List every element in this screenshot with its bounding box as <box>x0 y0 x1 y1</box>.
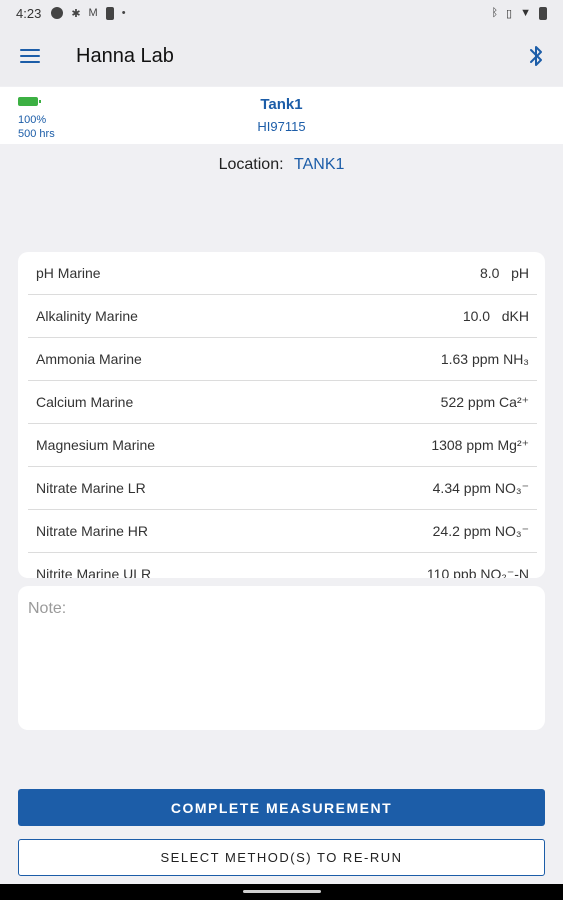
method-name: Nitrite Marine ULR <box>36 566 152 578</box>
result-value: 24.2 <box>432 522 460 539</box>
home-handle[interactable] <box>243 890 321 893</box>
result-value: 522 <box>440 393 465 410</box>
result-unit: ppm NH₃ <box>471 351 529 367</box>
result-row: pH Marine 8.0 pH <box>28 252 537 295</box>
result-value: 10.0 <box>462 308 491 324</box>
method-name: Nitrate Marine HR <box>36 523 149 539</box>
settings-icon: ✱ <box>71 7 81 20</box>
result-row: Calcium Marine 522 ppm Ca²⁺ <box>28 381 537 424</box>
method-name: Calcium Marine <box>36 394 134 410</box>
result-unit: ppm Mg²⁺ <box>466 436 529 453</box>
method-name: Alkalinity Marine <box>36 308 138 324</box>
notification-icon <box>51 7 64 19</box>
result-unit: ppm Ca²⁺ <box>467 393 529 410</box>
complete-measurement-button[interactable]: COMPLETE MEASUREMENT <box>18 789 545 826</box>
vibrate-icon: ▯ <box>506 7 513 20</box>
result-value: 8.0 <box>479 265 500 281</box>
result-value: 4.34 <box>432 479 460 496</box>
status-bar: 4:23 ✱ M • ᛒ ▯ ▼ <box>0 0 563 26</box>
bluetooth-status-icon: ᛒ <box>491 7 499 19</box>
result-value: 1308 <box>431 436 463 453</box>
result-row: Ammonia Marine 1.63 ppm NH₃ <box>28 338 537 381</box>
bluetooth-icon[interactable] <box>509 26 563 86</box>
location-value: TANK1 <box>294 156 345 173</box>
results-list[interactable]: pH Marine 8.0 pH Alkalinity Marine 10.0 … <box>18 252 545 578</box>
result-value: 1.63 <box>440 351 469 367</box>
location-row: Location: TANK1 <box>0 156 563 174</box>
result-row: Magnesium Marine 1308 ppm Mg²⁺ <box>28 424 537 467</box>
method-name: Ammonia Marine <box>36 351 142 367</box>
result-unit: ppm NO₃⁻ <box>463 479 529 496</box>
method-name: Magnesium Marine <box>36 437 156 453</box>
wifi-icon: ▼ <box>520 7 531 19</box>
result-row: Nitrate Marine HR 24.2 ppm NO₃⁻ <box>28 510 537 553</box>
note-field[interactable]: Note: <box>18 586 545 730</box>
dot-icon: • <box>121 7 126 19</box>
app-title: Hanna Lab <box>76 44 174 67</box>
hamburger-menu-icon[interactable] <box>0 26 60 86</box>
location-label: Location: <box>218 156 284 173</box>
method-name: pH Marine <box>36 265 101 281</box>
result-row: Nitrite Marine ULR 110 ppb NO₂⁻-N <box>28 553 537 579</box>
result-unit: ppm NO₃⁻ <box>463 522 529 539</box>
method-name: Nitrate Marine LR <box>36 480 146 496</box>
result-unit: ppb NO₂⁻-N <box>453 565 529 579</box>
rerun-methods-button[interactable]: SELECT METHOD(S) TO RE-RUN <box>18 839 545 876</box>
result-unit: pH <box>511 265 529 281</box>
app-bar: Hanna Lab <box>0 26 563 86</box>
battery-saver-icon <box>105 6 114 20</box>
result-row: Nitrate Marine LR 4.34 ppm NO₃⁻ <box>28 467 537 510</box>
result-row: Alkalinity Marine 10.0 dKH <box>28 295 537 338</box>
device-name: Tank1 <box>260 96 303 113</box>
battery-icon <box>539 6 547 20</box>
note-placeholder: Note: <box>28 600 67 617</box>
status-time: 4:23 <box>16 5 42 21</box>
result-unit: dKH <box>501 308 529 324</box>
result-value: 110 <box>426 565 450 579</box>
device-model: HI97115 <box>257 119 306 134</box>
gmail-icon: M <box>88 7 98 19</box>
